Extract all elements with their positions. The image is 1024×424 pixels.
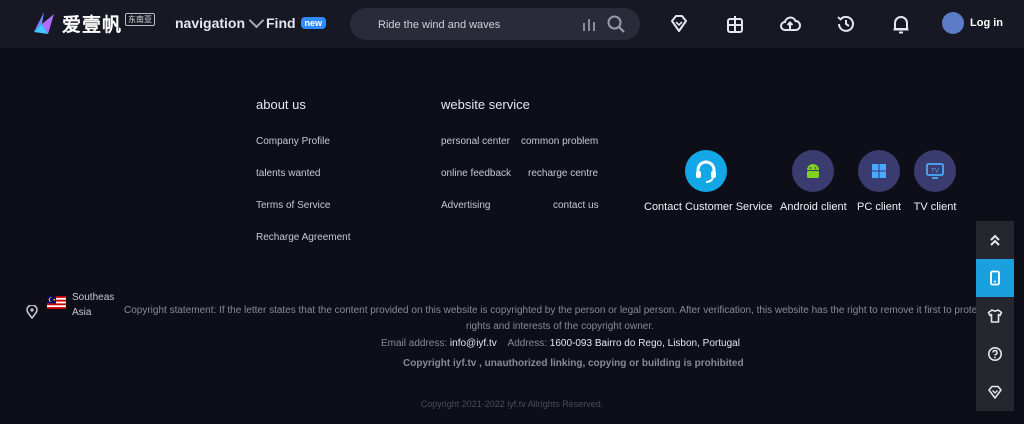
common-problem-link[interactable]: common problem <box>521 136 598 147</box>
new-badge: new <box>300 17 327 29</box>
copyright-notice: Copyright iyf.tv , unauthorized linking,… <box>403 358 744 369</box>
diamond-icon <box>988 385 1002 399</box>
contact-customer-service[interactable]: Contact Customer Service <box>644 150 773 213</box>
copyright-bottom: Copyright 2021-2022 iyf.tv Allrights Res… <box>420 399 604 409</box>
history-icon[interactable] <box>835 13 857 35</box>
personal-center-link[interactable]: personal center <box>441 136 510 147</box>
online-feedback-link[interactable]: online feedback <box>441 168 511 179</box>
malaysia-flag-icon[interactable] <box>47 296 66 309</box>
hot-ranking-icon[interactable] <box>582 18 596 31</box>
advertising-link[interactable]: Advertising <box>441 200 490 211</box>
vip-button[interactable] <box>976 373 1014 411</box>
back-to-top-button[interactable] <box>976 221 1014 259</box>
tshirt-icon <box>987 309 1003 323</box>
search-icon[interactable] <box>607 15 625 33</box>
talents-wanted-link[interactable]: talents wanted <box>256 168 321 179</box>
headset-icon <box>685 150 727 192</box>
recharge-agreement-link[interactable]: Recharge Agreement <box>256 232 351 243</box>
android-icon <box>792 150 834 192</box>
navigation-label: navigation <box>175 15 246 31</box>
android-client[interactable]: Android client <box>780 150 847 213</box>
location-pin-icon <box>26 305 38 319</box>
region-line-2: Asia <box>72 307 92 318</box>
contact-info: Email address: info@iyf.tv Address: 1600… <box>381 338 740 349</box>
pc-client-label: PC client <box>856 201 902 213</box>
chevron-down-icon <box>248 12 265 28</box>
copyright-statement-line-2: rights and interests of the copyright ow… <box>466 321 654 332</box>
email-label: Email address: <box>381 338 448 349</box>
site-logo[interactable]: 爱壹帆 东南亚 <box>30 10 156 36</box>
tv-client[interactable]: TV TV client <box>912 150 958 213</box>
question-icon <box>988 347 1002 361</box>
avatar <box>942 12 964 34</box>
windows-icon <box>858 150 900 192</box>
phone-icon <box>990 270 1000 286</box>
login-button[interactable]: Log in <box>942 12 1003 34</box>
company-profile-link[interactable]: Company Profile <box>256 136 330 147</box>
logo-text: 爱壹帆 <box>62 14 123 36</box>
double-chevron-up-icon <box>990 234 1000 246</box>
address-value: 1600-093 Bairro do Rego, Lisbon, Portuga… <box>549 338 740 349</box>
merchandise-button[interactable] <box>976 297 1014 335</box>
mobile-app-button[interactable] <box>976 259 1014 297</box>
logo-region-badge: 东南亚 <box>125 12 156 26</box>
android-client-label: Android client <box>780 201 847 213</box>
floating-toolbar <box>976 221 1014 411</box>
top-header: 爱壹帆 东南亚 navigation Find new Ride the win… <box>0 0 1024 48</box>
help-button[interactable] <box>976 335 1014 373</box>
upload-cloud-icon[interactable] <box>779 13 801 35</box>
email-value[interactable]: info@iyf.tv <box>450 338 497 349</box>
navigation-menu[interactable]: navigation <box>175 12 265 31</box>
tv-client-label: TV client <box>913 201 957 213</box>
tv-icon: TV <box>914 150 956 192</box>
terms-of-service-link[interactable]: Terms of Service <box>256 200 330 211</box>
contact-us-link[interactable]: contact us <box>553 200 599 211</box>
copyright-statement-line-1: Copyright statement: If the letter state… <box>124 305 986 316</box>
vip-diamond-icon[interactable] <box>668 13 690 35</box>
login-label: Log in <box>970 17 1003 29</box>
svg-text:TV: TV <box>931 169 939 175</box>
find-label: Find <box>266 15 296 31</box>
pc-client[interactable]: PC client <box>856 150 902 213</box>
address-label: Address: <box>507 338 548 349</box>
about-us-title: about us <box>256 97 306 112</box>
contact-customer-service-label: Contact Customer Service <box>644 201 773 213</box>
logo-mark-icon <box>34 12 54 34</box>
website-service-title: website service <box>441 97 530 112</box>
recharge-centre-link[interactable]: recharge centre <box>528 168 598 179</box>
apps-icon[interactable] <box>724 13 746 35</box>
region-line-1: Southeas <box>72 292 115 303</box>
search-input[interactable] <box>376 8 570 42</box>
region-selector[interactable]: Southeas Asia <box>72 290 114 320</box>
find-link[interactable]: Find new <box>266 15 327 31</box>
search-bar <box>350 8 640 42</box>
bell-icon[interactable] <box>890 13 912 35</box>
